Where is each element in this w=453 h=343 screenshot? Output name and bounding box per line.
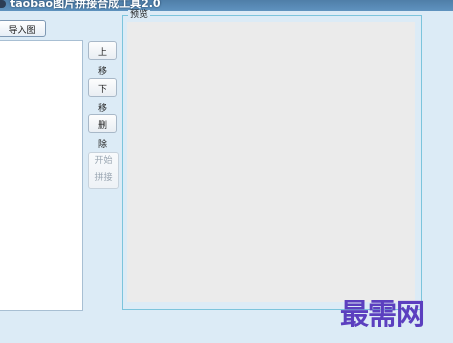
import-images-button[interactable]: 导入图片 (0, 20, 46, 52)
delete-button[interactable]: 删除 (88, 114, 117, 149)
move-down-button[interactable]: 下移 (88, 78, 117, 113)
start-stitch-label-line2: 拼接 (94, 173, 113, 183)
move-up-button[interactable]: 上移 (88, 41, 117, 76)
preview-canvas (127, 22, 415, 302)
start-stitch-button[interactable]: 开始 拼接 (88, 152, 119, 189)
preview-label: 预览 (128, 10, 151, 21)
watermark-logo: 最需网 (340, 297, 425, 331)
window-titlebar[interactable]: taobao图片拼接合成工具2.0 (0, 0, 453, 11)
start-stitch-label-line1: 开始 (94, 156, 113, 166)
app-icon (0, 0, 6, 8)
image-list[interactable] (0, 40, 83, 311)
